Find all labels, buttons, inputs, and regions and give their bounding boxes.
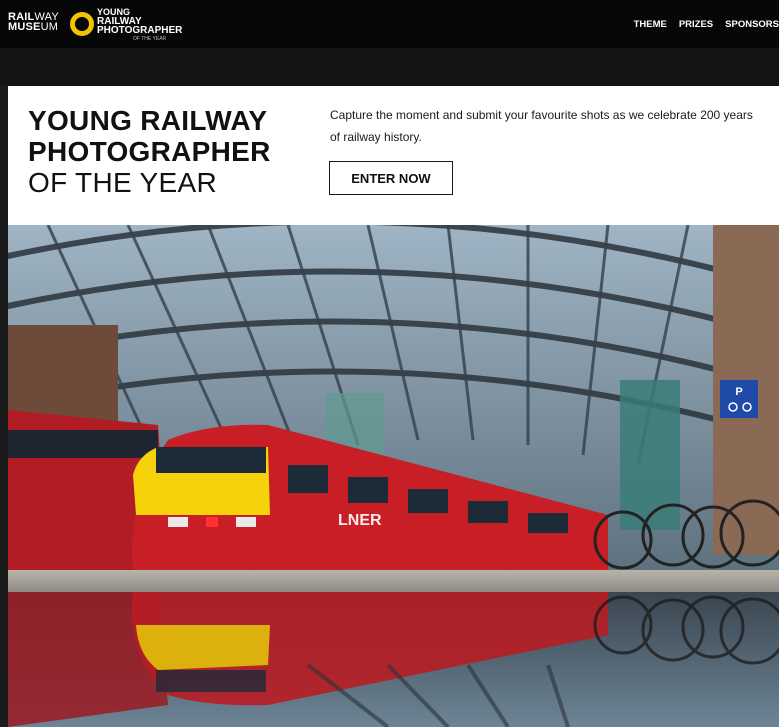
logo-ring-icon	[70, 12, 94, 36]
competition-logo-text: YOUNG RAILWAY PHOTOGRAPHER OF THE YEAR	[97, 8, 182, 44]
hero-title-line3: OF THE YEAR	[28, 167, 217, 198]
nav-theme[interactable]: THEME	[634, 19, 667, 30]
main-nav: THEME PRIZES SPONSORS	[634, 19, 779, 30]
nav-sponsors[interactable]: SPONSORS	[725, 19, 779, 30]
hero-photo: P LNER	[8, 225, 779, 727]
hero-description: Capture the moment and submit your favou…	[330, 108, 753, 144]
header-spacer-band	[0, 48, 779, 86]
hero-title: YOUNG RAILWAY PHOTOGRAPHER OF THE YEAR	[28, 105, 271, 198]
logo-line-photographer: PHOTOGRAPHER	[97, 25, 183, 36]
railway-museum-logo[interactable]: RAILWAY MUSEUM	[8, 12, 59, 33]
platform-sign-text: P	[735, 386, 742, 398]
hero-intro: YOUNG RAILWAY PHOTOGRAPHER OF THE YEAR C…	[8, 86, 779, 225]
logo-line-of-the-year: OF THE YEAR	[133, 36, 167, 42]
hero-title-line1: YOUNG RAILWAY	[28, 105, 268, 136]
top-navigation-bar: RAILWAY MUSEUM YOUNG RAILWAY PHOTOGRAPHE…	[0, 0, 779, 48]
railway-museum-logo-line2: MUSEUM	[8, 21, 59, 33]
station-train-photo: P LNER	[8, 225, 779, 727]
enter-now-button[interactable]: ENTER NOW	[329, 161, 453, 195]
train-brand-text: LNER	[338, 512, 382, 529]
hero-title-line2: PHOTOGRAPHER	[28, 136, 271, 167]
nav-prizes[interactable]: PRIZES	[679, 19, 713, 30]
page-left-edge	[0, 86, 8, 727]
young-railway-photographer-logo[interactable]: YOUNG RAILWAY PHOTOGRAPHER OF THE YEAR	[70, 8, 182, 44]
